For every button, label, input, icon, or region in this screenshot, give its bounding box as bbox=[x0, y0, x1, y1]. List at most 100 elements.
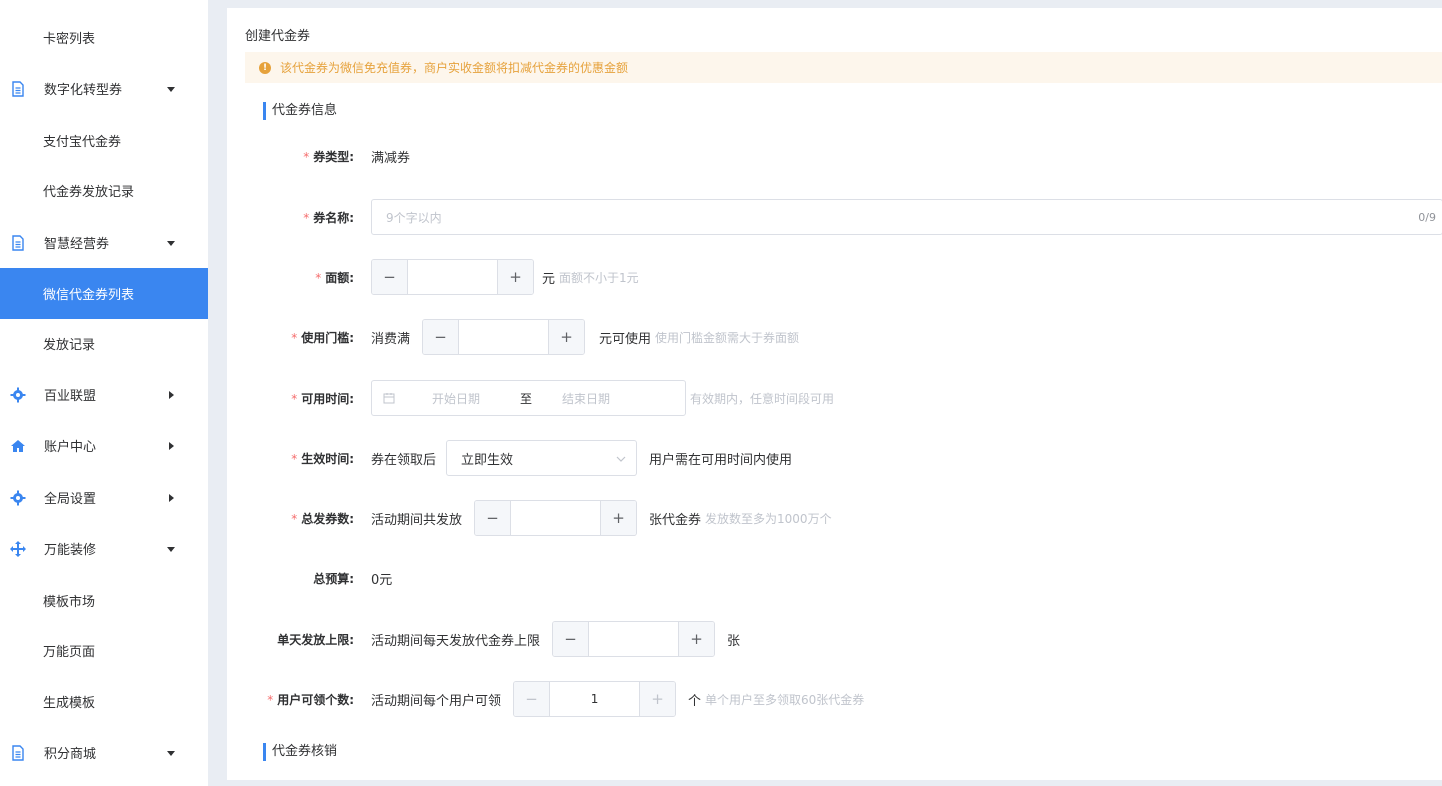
sidebar-item-label: 微信代金券列表 bbox=[43, 288, 135, 303]
sidebar-item-issue-records[interactable]: 发放记录 bbox=[0, 318, 208, 369]
caret-right-icon bbox=[167, 390, 175, 399]
document-icon bbox=[10, 744, 26, 761]
effective-prefix: 券在领取后 bbox=[371, 452, 437, 468]
section-title-info: 代金券信息 bbox=[263, 102, 337, 120]
sidebar: 卡密列表 数字化转型券 支付宝代金券 代金券发放记录 智慧经营券 微信代金券列表… bbox=[0, 0, 208, 786]
sidebar-item-account-center[interactable]: 账户中心 bbox=[0, 420, 208, 471]
daily-input[interactable] bbox=[589, 622, 678, 656]
form-row-threshold: * 使用门槛: 消费满 − + 元可使用 使用门槛金额需大于券面额 bbox=[227, 319, 1442, 355]
threshold-suffix: 元可使用 bbox=[599, 331, 652, 347]
per-user-input[interactable]: 1 bbox=[550, 682, 639, 716]
field-label: * 用户可领个数: bbox=[267, 692, 354, 707]
total-hint: 发放数至多为1000万个 bbox=[705, 511, 832, 526]
home-icon bbox=[10, 438, 26, 454]
start-date-input[interactable]: 开始日期 bbox=[432, 390, 480, 407]
sidebar-item-wechat-coupon-list[interactable]: 微信代金券列表 bbox=[0, 268, 208, 319]
decrement-button[interactable]: − bbox=[372, 260, 408, 294]
per-user-prefix: 活动期间每个用户可领 bbox=[371, 693, 502, 709]
page-title: 创建代金券 bbox=[245, 29, 311, 44]
caret-down-icon bbox=[167, 545, 175, 553]
form-row-available-time: * 可用时间: 开始日期 至 结束日期 有效期内，任意时间段可用 bbox=[227, 380, 1442, 416]
total-prefix: 活动期间共发放 bbox=[371, 512, 463, 528]
sidebar-item-label: 万能装修 bbox=[44, 543, 97, 558]
form-row-budget: 总预算: 0元 bbox=[227, 560, 1442, 596]
increment-button[interactable]: + bbox=[639, 682, 676, 716]
budget-value: 0元 bbox=[371, 572, 393, 588]
calendar-icon bbox=[383, 392, 395, 407]
sidebar-item-label: 积分商城 bbox=[44, 747, 97, 762]
sidebar-item-smart-coupon[interactable]: 智慧经营券 bbox=[0, 217, 208, 268]
sidebar-item-digital-coupon[interactable]: 数字化转型券 bbox=[0, 63, 208, 114]
amount-input[interactable] bbox=[408, 260, 497, 294]
threshold-prefix: 消费满 bbox=[371, 331, 411, 347]
sidebar-item-label: 全局设置 bbox=[44, 492, 97, 507]
section-title-verify: 代金券核销 bbox=[263, 743, 337, 761]
form-row-per-user: * 用户可领个数: 活动期间每个用户可领 − 1 + 个 单个用户至多领取60张代… bbox=[227, 681, 1442, 717]
decrement-button[interactable]: − bbox=[423, 320, 460, 354]
alert-text: 该代金券为微信免充值券，商户实收金额将扣减代金券的优惠金额 bbox=[280, 61, 629, 75]
sidebar-item-card-list[interactable]: 卡密列表 bbox=[0, 12, 208, 63]
form-row-type: * 券类型: 满减券 bbox=[227, 138, 1442, 174]
document-icon bbox=[10, 80, 26, 97]
decrement-button[interactable]: − bbox=[475, 501, 512, 535]
threshold-stepper[interactable]: − + bbox=[422, 319, 586, 355]
daily-suffix: 张 bbox=[727, 633, 741, 649]
field-label: * 券类型: bbox=[303, 149, 354, 164]
threshold-input[interactable] bbox=[459, 320, 548, 354]
sidebar-item-alipay-coupon[interactable]: 支付宝代金券 bbox=[0, 115, 208, 166]
sidebar-item-template-market[interactable]: 模板市场 bbox=[0, 575, 208, 626]
sidebar-item-label: 数字化转型券 bbox=[44, 83, 123, 98]
form-row-amount: * 面额: − + 元 面额不小于1元 bbox=[227, 259, 1442, 295]
sidebar-item-label: 生成模板 bbox=[43, 696, 96, 711]
document-icon bbox=[10, 234, 26, 251]
warning-alert: ! 该代金券为微信免充值券，商户实收金额将扣减代金券的优惠金额 bbox=[245, 52, 1442, 83]
field-label: 单天发放上限: bbox=[277, 632, 354, 647]
sidebar-item-decoration[interactable]: 万能装修 bbox=[0, 523, 208, 574]
sidebar-item-label: 卡密列表 bbox=[43, 32, 96, 47]
field-label: * 面额: bbox=[315, 270, 354, 285]
coupon-name-placeholder: 9个字以内 bbox=[386, 210, 442, 225]
increment-button[interactable]: + bbox=[548, 320, 585, 354]
sidebar-item-generate-template[interactable]: 生成模板 bbox=[0, 676, 208, 727]
chevron-down-icon bbox=[616, 451, 626, 466]
increment-button[interactable]: + bbox=[497, 260, 533, 294]
per-user-suffix: 个 bbox=[688, 693, 702, 709]
sidebar-item-universal-page[interactable]: 万能页面 bbox=[0, 625, 208, 676]
total-input[interactable] bbox=[511, 501, 600, 535]
warning-icon: ! bbox=[259, 61, 271, 74]
sidebar-item-label: 发放记录 bbox=[43, 338, 96, 353]
gear-icon bbox=[10, 387, 26, 403]
form-row-daily-limit: 单天发放上限: 活动期间每天发放代金券上限 − + 张 bbox=[227, 621, 1442, 657]
available-time-hint: 有效期内，任意时间段可用 bbox=[690, 391, 835, 406]
date-range-picker[interactable]: 开始日期 至 结束日期 bbox=[371, 380, 686, 416]
daily-prefix: 活动期间每天发放代金券上限 bbox=[371, 633, 541, 649]
amount-stepper[interactable]: − + bbox=[371, 259, 534, 295]
range-separator: 至 bbox=[520, 391, 533, 406]
daily-stepper[interactable]: − + bbox=[552, 621, 716, 657]
threshold-hint: 使用门槛金额需大于券面额 bbox=[655, 330, 800, 345]
sidebar-item-label: 百业联盟 bbox=[44, 389, 97, 404]
per-user-stepper[interactable]: − 1 + bbox=[513, 681, 677, 717]
increment-button[interactable]: + bbox=[600, 501, 637, 535]
coupon-name-input[interactable]: 9个字以内 0/9 bbox=[371, 199, 1442, 235]
gear-icon bbox=[10, 490, 26, 506]
sidebar-item-label: 支付宝代金券 bbox=[43, 135, 122, 150]
decrement-button[interactable]: − bbox=[553, 622, 590, 656]
amount-unit: 元 bbox=[542, 271, 556, 287]
sidebar-item-label: 模板市场 bbox=[43, 595, 96, 610]
sidebar-item-coupon-records[interactable]: 代金券发放记录 bbox=[0, 165, 208, 216]
end-date-input[interactable]: 结束日期 bbox=[562, 390, 610, 407]
main-panel: 创建代金券 ! 该代金券为微信免充值券，商户实收金额将扣减代金券的优惠金额 代金… bbox=[227, 8, 1442, 780]
total-stepper[interactable]: − + bbox=[474, 500, 638, 536]
sidebar-item-points-mall[interactable]: 积分商城 bbox=[0, 727, 208, 778]
effective-time-select[interactable]: 立即生效 bbox=[446, 440, 638, 476]
per-user-hint: 单个用户至多领取60张代金券 bbox=[705, 692, 865, 707]
sidebar-item-global-settings[interactable]: 全局设置 bbox=[0, 472, 208, 523]
sidebar-item-alliance[interactable]: 百业联盟 bbox=[0, 369, 208, 420]
caret-down-icon bbox=[167, 239, 175, 247]
decrement-button[interactable]: − bbox=[514, 682, 551, 716]
field-label: * 券名称: bbox=[303, 210, 354, 225]
sidebar-item-label: 账户中心 bbox=[44, 440, 97, 455]
form-row-total: * 总发券数: 活动期间共发放 − + 张代金券 发放数至多为1000万个 bbox=[227, 500, 1442, 536]
increment-button[interactable]: + bbox=[678, 622, 715, 656]
